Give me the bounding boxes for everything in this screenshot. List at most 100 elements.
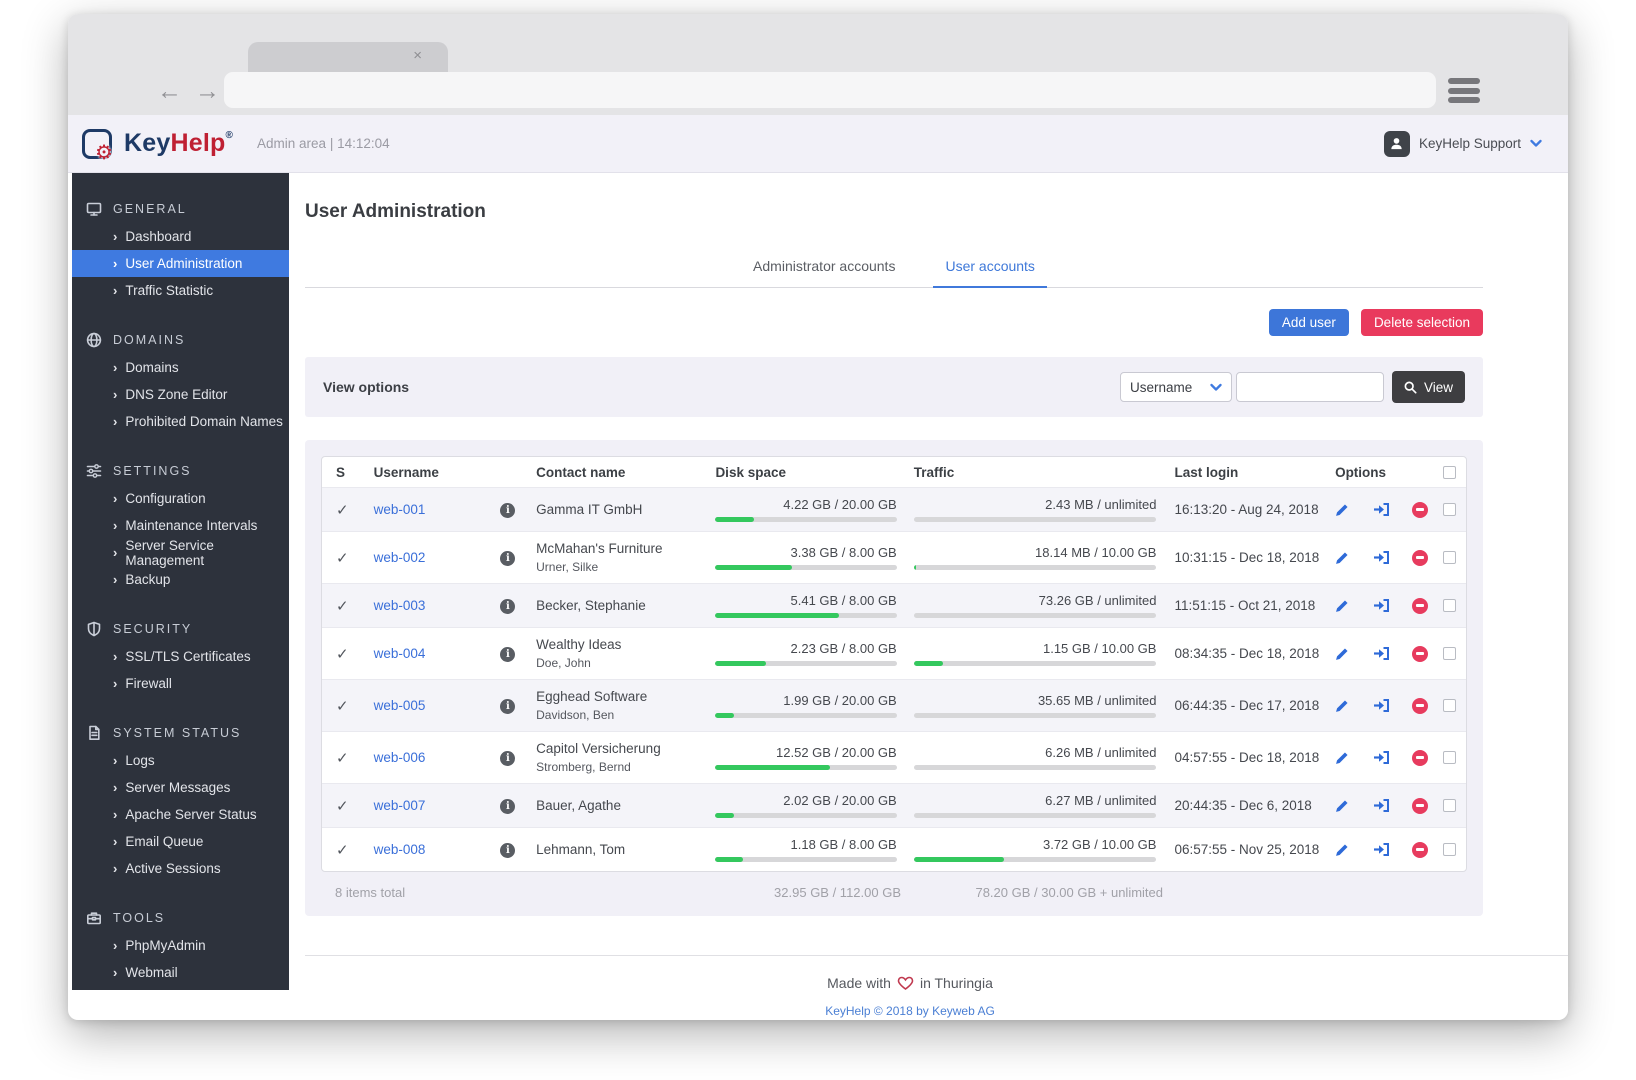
select-all-checkbox[interactable] xyxy=(1443,466,1456,479)
sidebar-item-label: Server Service Management xyxy=(125,538,289,568)
contact-person: Urner, Silke xyxy=(536,559,715,575)
close-icon[interactable]: × xyxy=(413,48,422,63)
row-checkbox[interactable] xyxy=(1443,503,1456,516)
login-as-user-icon[interactable] xyxy=(1373,798,1390,813)
traffic-meter: 6.26 MB / unlimited xyxy=(914,745,1157,770)
sidebar-item-server-messages[interactable]: ›Server Messages xyxy=(72,774,289,801)
sidebar-item-phpmyadmin[interactable]: ›PhpMyAdmin xyxy=(72,932,289,959)
disable-user-icon[interactable] xyxy=(1412,502,1428,518)
browser-tab[interactable]: × xyxy=(248,42,448,72)
disable-user-icon[interactable] xyxy=(1412,646,1428,662)
row-checkbox[interactable] xyxy=(1443,599,1456,612)
tab-administrator-accounts[interactable]: Administrator accounts xyxy=(741,258,907,288)
sidebar: GENERAL›Dashboard›User Administration›Tr… xyxy=(72,173,289,990)
info-icon[interactable]: i xyxy=(500,551,515,566)
login-as-user-icon[interactable] xyxy=(1373,842,1390,857)
login-as-user-icon[interactable] xyxy=(1373,646,1390,661)
keyhelp-logo[interactable]: ⚙ KeyHelp® xyxy=(82,129,233,159)
sidebar-item-backup[interactable]: ›Backup xyxy=(72,566,289,593)
info-icon[interactable]: i xyxy=(500,699,515,714)
sidebar-item-apache-server-status[interactable]: ›Apache Server Status xyxy=(72,801,289,828)
column-header-s[interactable]: S xyxy=(336,465,374,480)
tab-user-accounts[interactable]: User accounts xyxy=(933,258,1046,288)
column-header-traffic[interactable]: Traffic xyxy=(914,465,1157,480)
user-menu[interactable]: KeyHelp Support xyxy=(1384,131,1542,157)
edit-icon[interactable] xyxy=(1335,798,1350,813)
username-link[interactable]: web-002 xyxy=(374,550,426,565)
edit-icon[interactable] xyxy=(1335,598,1350,613)
sidebar-item-label: Firewall xyxy=(125,676,172,691)
info-icon[interactable]: i xyxy=(500,799,515,814)
sidebar-item-maintenance-intervals[interactable]: ›Maintenance Intervals xyxy=(72,512,289,539)
username-link[interactable]: web-007 xyxy=(374,798,426,813)
row-checkbox[interactable] xyxy=(1443,843,1456,856)
login-as-user-icon[interactable] xyxy=(1373,502,1390,517)
edit-icon[interactable] xyxy=(1335,842,1350,857)
login-as-user-icon[interactable] xyxy=(1373,698,1390,713)
sidebar-item-email-queue[interactable]: ›Email Queue xyxy=(72,828,289,855)
info-icon[interactable]: i xyxy=(500,503,515,518)
search-input[interactable] xyxy=(1236,372,1384,402)
add-user-button[interactable]: Add user xyxy=(1269,309,1349,336)
login-as-user-icon[interactable] xyxy=(1373,750,1390,765)
forward-icon[interactable]: → xyxy=(195,76,220,106)
sidebar-item-ssl-tls-certificates[interactable]: ›SSL/TLS Certificates xyxy=(72,643,289,670)
sidebar-item-traffic-statistic[interactable]: ›Traffic Statistic xyxy=(72,277,289,304)
edit-icon[interactable] xyxy=(1335,502,1350,517)
sidebar-item-active-sessions[interactable]: ›Active Sessions xyxy=(72,855,289,882)
edit-icon[interactable] xyxy=(1335,750,1350,765)
sidebar-item-dashboard[interactable]: ›Dashboard xyxy=(72,223,289,250)
menu-icon[interactable] xyxy=(1448,78,1480,103)
sidebar-item-firewall[interactable]: ›Firewall xyxy=(72,670,289,697)
delete-selection-button[interactable]: Delete selection xyxy=(1361,309,1483,336)
sidebar-section-general: GENERAL›Dashboard›User Administration›Tr… xyxy=(72,195,289,304)
login-as-user-icon[interactable] xyxy=(1373,598,1390,613)
disable-user-icon[interactable] xyxy=(1412,598,1428,614)
chevron-right-icon: › xyxy=(113,283,117,298)
username-link[interactable]: web-001 xyxy=(374,502,426,517)
copyright-link[interactable]: KeyHelp © 2018 by Keyweb AG xyxy=(321,1004,1499,1018)
sidebar-item-logs[interactable]: ›Logs xyxy=(72,747,289,774)
row-checkbox[interactable] xyxy=(1443,699,1456,712)
row-checkbox[interactable] xyxy=(1443,751,1456,764)
sidebar-item-dns-zone-editor[interactable]: ›DNS Zone Editor xyxy=(72,381,289,408)
sidebar-item-webmail[interactable]: ›Webmail xyxy=(72,959,289,986)
info-icon[interactable]: i xyxy=(500,843,515,858)
edit-icon[interactable] xyxy=(1335,550,1350,565)
column-header-disk[interactable]: Disk space xyxy=(715,465,896,480)
back-icon[interactable]: ← xyxy=(157,76,182,106)
disable-user-icon[interactable] xyxy=(1412,550,1428,566)
disable-user-icon[interactable] xyxy=(1412,842,1428,858)
username-link[interactable]: web-004 xyxy=(374,646,426,661)
username-link[interactable]: web-008 xyxy=(374,842,426,857)
login-as-user-icon[interactable] xyxy=(1373,550,1390,565)
username-link[interactable]: web-003 xyxy=(374,598,426,613)
username-link[interactable]: web-005 xyxy=(374,698,426,713)
column-header-contact[interactable]: Contact name xyxy=(536,465,715,480)
disable-user-icon[interactable] xyxy=(1412,698,1428,714)
sidebar-item-configuration[interactable]: ›Configuration xyxy=(72,485,289,512)
column-header-username[interactable]: Username xyxy=(374,465,501,480)
url-bar[interactable] xyxy=(224,72,1436,108)
sidebar-item-server-service-management[interactable]: ›Server Service Management xyxy=(72,539,289,566)
username-link[interactable]: web-006 xyxy=(374,750,426,765)
row-checkbox[interactable] xyxy=(1443,551,1456,564)
view-button[interactable]: View xyxy=(1392,371,1465,403)
sidebar-item-domains[interactable]: ›Domains xyxy=(72,354,289,381)
sidebar-item-label: Prohibited Domain Names xyxy=(125,414,283,429)
sidebar-item-user-administration[interactable]: ›User Administration xyxy=(72,250,289,277)
traffic-value: 6.27 MB / unlimited xyxy=(914,793,1157,808)
edit-icon[interactable] xyxy=(1335,698,1350,713)
disable-user-icon[interactable] xyxy=(1412,750,1428,766)
disable-user-icon[interactable] xyxy=(1412,798,1428,814)
info-icon[interactable]: i xyxy=(500,599,515,614)
edit-icon[interactable] xyxy=(1335,646,1350,661)
info-icon[interactable]: i xyxy=(500,647,515,662)
row-checkbox[interactable] xyxy=(1443,799,1456,812)
row-checkbox[interactable] xyxy=(1443,647,1456,660)
sidebar-item-prohibited-domain-names[interactable]: ›Prohibited Domain Names xyxy=(72,408,289,435)
filter-select[interactable]: Username xyxy=(1120,372,1232,402)
disk-space-value: 4.22 GB / 20.00 GB xyxy=(715,497,896,512)
column-header-last-login[interactable]: Last login xyxy=(1174,465,1323,480)
info-icon[interactable]: i xyxy=(500,751,515,766)
